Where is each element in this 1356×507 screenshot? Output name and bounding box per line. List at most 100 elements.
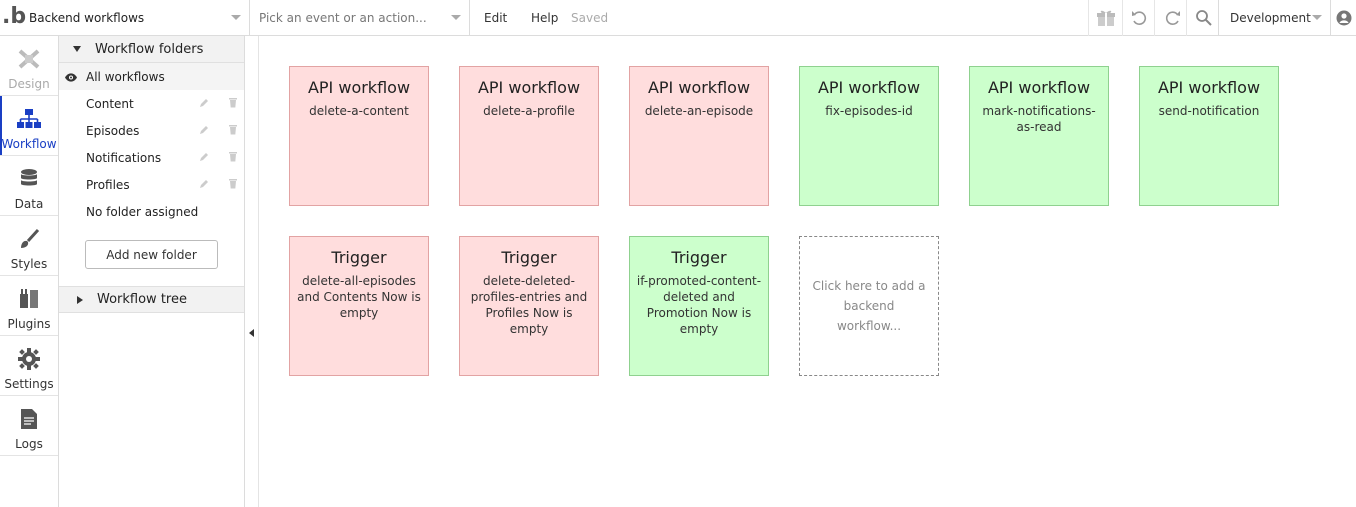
workflow-tree-title: Workflow tree [97,292,187,307]
nav-styles-label: Styles [10,257,48,271]
chevron-down-icon [1312,15,1322,20]
pencil-icon[interactable] [199,178,209,192]
panel-collapse-handle[interactable] [245,36,259,507]
brush-icon [18,228,40,253]
workflow-folders-title: Workflow folders [95,41,204,57]
nav-logs[interactable]: Logs [0,396,58,456]
workflow-card-name: send-notification [1158,104,1260,118]
workflow-card-type: API workflow [987,78,1091,97]
workflow-card[interactable]: Trigger if-promoted-content-deleted and … [629,236,769,376]
redo-icon[interactable] [1154,0,1188,36]
design-icon [17,48,41,73]
trash-icon[interactable] [228,178,238,192]
event-search-dropdown[interactable]: Pick an event or an action... [250,0,470,36]
nav-design[interactable]: Design [0,36,58,96]
workflow-card-type: API workflow [647,78,751,97]
workflow-canvas: API workflow delete-a-content API workfl… [259,36,1356,507]
folder-unassigned-label: No folder assigned [86,204,199,219]
save-status: Saved [571,11,609,25]
folder-all-workflows[interactable]: All workflows [59,63,244,90]
folder-unassigned[interactable]: No folder assigned [59,198,244,225]
workflow-card-name: delete-deleted-profiles-entries and Prof… [470,274,588,336]
workflow-folders-header[interactable]: Workflow folders [59,36,244,63]
workflow-card-name: delete-an-episode [644,104,754,118]
workflow-card[interactable]: API workflow send-notification [1139,66,1279,206]
workflow-card[interactable]: API workflow delete-an-episode [629,66,769,206]
workflow-card-type: API workflow [477,78,581,97]
workflow-card[interactable]: Trigger delete-deleted-profiles-entries … [459,236,599,376]
workflow-card-name: delete-a-content [309,104,409,118]
folder-item[interactable]: Profiles [59,171,244,198]
workflow-tree-header[interactable]: Workflow tree [59,286,244,313]
pencil-icon[interactable] [199,97,209,111]
workflow-card[interactable]: Trigger delete-all-episodes and Contents… [289,236,429,376]
nav-settings[interactable]: Settings [0,336,58,396]
caret-left-icon [249,329,254,337]
workflow-card-type: Trigger [331,248,387,267]
database-icon [19,168,39,193]
chevron-down-icon [451,15,461,20]
add-new-folder-button[interactable]: Add new folder [85,240,218,269]
caret-right-icon [77,295,83,304]
edit-menu[interactable]: Edit [484,0,507,36]
workflow-card-name: delete-a-profile [483,104,575,118]
environment-dropdown[interactable]: Development [1218,0,1330,36]
folder-item-label: Episodes [86,123,140,138]
folder-item[interactable]: Episodes [59,117,244,144]
workflow-card-type: API workflow [817,78,921,97]
left-navigation: Design Workflow Data Styles Plugins Sett… [0,36,59,507]
search-icon[interactable] [1186,0,1220,36]
folder-item[interactable]: Content [59,90,244,117]
folder-item[interactable]: Notifications [59,144,244,171]
nav-logs-label: Logs [15,437,43,451]
event-search-placeholder: Pick an event or an action... [259,11,427,25]
workflow-card-name: if-promoted-content-deleted and Promotio… [636,274,762,336]
folder-item-label: Content [86,96,134,111]
folder-item-label: Notifications [86,150,162,165]
plug-icon [17,288,41,313]
workflow-card[interactable]: API workflow delete-a-profile [459,66,599,206]
caret-down-icon [73,46,81,52]
chevron-down-icon [231,15,241,20]
workflow-card-type: API workflow [1157,78,1261,97]
workflow-card[interactable]: API workflow delete-a-content [289,66,429,206]
gear-icon [18,348,40,373]
undo-icon[interactable] [1122,0,1156,36]
add-backend-workflow-card[interactable]: Click here to add a backend workflow... [799,236,939,376]
pencil-icon[interactable] [199,151,209,165]
workflow-card-name: fix-episodes-id [825,104,913,118]
eye-icon [65,71,77,85]
trash-icon[interactable] [228,124,238,138]
user-icon[interactable] [1330,0,1356,36]
trash-icon[interactable] [228,151,238,165]
pencil-icon[interactable] [199,124,209,138]
folder-all-workflows-label: All workflows [86,69,165,84]
nav-workflow-label: Workflow [1,137,57,151]
nav-data-label: Data [14,197,44,211]
nav-styles[interactable]: Styles [0,216,58,276]
trash-icon[interactable] [228,97,238,111]
nav-design-label: Design [8,77,50,91]
workflow-card-type: Trigger [671,248,727,267]
nav-plugins-label: Plugins [7,317,51,331]
workflow-folder-panel: Workflow folders All workflows Content E… [59,36,245,507]
top-bar: .b Backend workflows Pick an event or an… [0,0,1356,36]
gift-icon[interactable] [1088,0,1122,36]
workflow-card-name: delete-all-episodes and Contents Now is … [297,274,421,320]
workflow-card-type: Trigger [501,248,557,267]
page-select-value: Backend workflows [29,11,145,25]
help-menu[interactable]: Help [531,0,558,36]
folder-item-label: Profiles [86,177,130,192]
nav-plugins[interactable]: Plugins [0,276,58,336]
nav-data[interactable]: Data [0,156,58,216]
add-backend-workflow-text: Click here to add a backend workflow... [812,279,926,333]
nav-settings-label: Settings [4,377,54,391]
nav-workflow[interactable]: Workflow [0,96,58,156]
workflow-card[interactable]: API workflow fix-episodes-id [799,66,939,206]
page-select-dropdown[interactable]: Backend workflows [24,0,250,36]
workflow-icon [16,108,42,133]
document-icon [20,408,38,433]
bubble-logo[interactable]: .b [0,0,26,36]
workflow-card[interactable]: API workflow mark-notifications-as-read [969,66,1109,206]
workflow-card-type: API workflow [307,78,411,97]
